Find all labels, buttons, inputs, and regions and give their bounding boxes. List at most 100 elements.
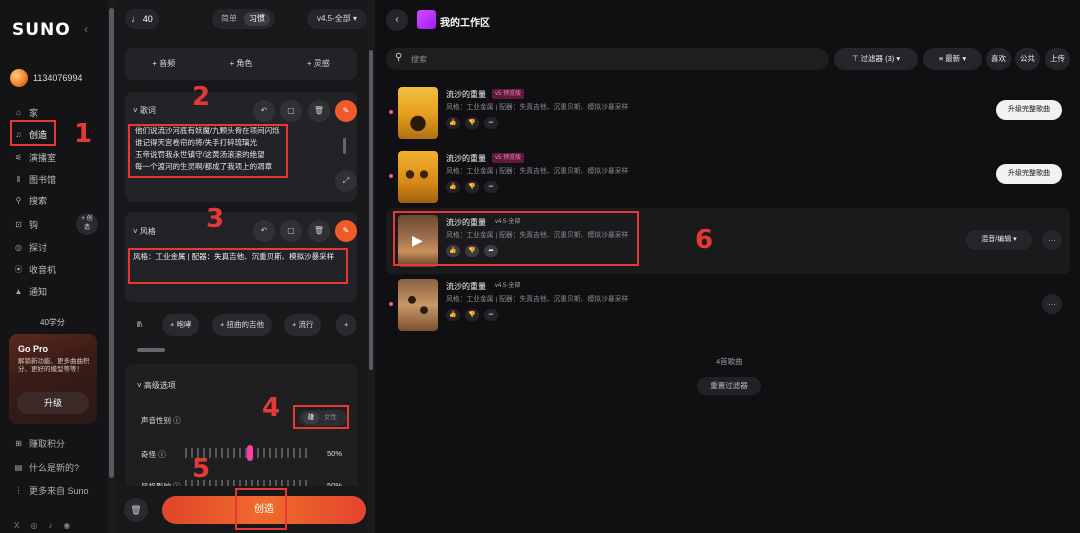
lyrics-scroll-thumb[interactable] <box>343 138 346 154</box>
share-icon[interactable]: ➦ <box>484 117 498 129</box>
bell-icon: ▲ <box>14 287 23 296</box>
thumbs-up-icon[interactable]: 👍 <box>446 309 460 321</box>
reset-filter-button[interactable]: 重置过滤器 <box>697 377 761 395</box>
nav-search[interactable]: ⚲ 搜索 <box>14 194 47 207</box>
nav-hooks[interactable]: ⊡ 钩 <box>14 218 38 231</box>
add-audio-button[interactable]: + 音频 <box>125 48 202 80</box>
expand-icon[interactable]: ⤢ <box>335 170 357 192</box>
chip-more[interactable]: + <box>336 314 357 336</box>
copy-icon[interactable]: ▢ <box>280 100 302 122</box>
collapse-sidebar-icon[interactable]: ‹ <box>84 22 88 36</box>
workspace-search[interactable]: ⚲ 搜索 <box>386 48 829 70</box>
copy-icon[interactable]: ▢ <box>280 220 302 242</box>
song-row[interactable]: 流沙的重量 v4.5-全部 风格：工业金属 | 配器：失真吉他、沉重贝斯、模拟沙… <box>386 272 1070 338</box>
liked-filter-button[interactable]: 喜欢 <box>986 48 1011 70</box>
annotation-box-lyrics <box>128 124 288 178</box>
upload-button[interactable]: 上传 <box>1045 48 1070 70</box>
add-persona-button[interactable]: + 角色 <box>202 48 279 80</box>
upgrade-full-song-button[interactable]: 升级完整歌曲 <box>996 100 1062 120</box>
add-inspiration-button[interactable]: + 灵感 <box>280 48 357 80</box>
annotation-number: 6 <box>695 225 714 255</box>
clear-trash-icon[interactable]: 🗑 <box>124 498 148 522</box>
news-icon: ▤ <box>14 463 23 472</box>
create-hook-button[interactable]: + 创 造 <box>76 213 98 235</box>
advanced-options-title[interactable]: ˅ 高级选项 <box>137 380 176 391</box>
song-style: 风格：工业金属 | 配器：失真吉他、沉重贝斯、模拟沙暴采样 <box>446 168 629 175</box>
chip-roar[interactable]: + 咆哮 <box>162 314 200 336</box>
nav-studio[interactable]: ⚟ 演播室 <box>14 151 56 164</box>
sort-select[interactable]: ≡ 最新 ▾ <box>923 48 982 70</box>
sidebar-scrollbar[interactable] <box>108 0 115 533</box>
lyrics-title[interactable]: ˅ 歌词 <box>133 105 156 116</box>
mode-simple-tab[interactable]: 简单 <box>216 12 242 26</box>
tiktok-icon[interactable]: ♪ <box>48 521 52 530</box>
model-version-select[interactable]: v4.5-全部 ▾ <box>307 9 367 29</box>
nav-library[interactable]: ⦀ 图书馆 <box>14 173 56 186</box>
thumbs-up-icon[interactable]: 👍 <box>446 117 460 129</box>
song-title[interactable]: 流沙的重量 <box>446 89 486 100</box>
filter-button[interactable]: ⊤ 过滤器 (3) ▾ <box>834 48 918 70</box>
mode-custom-tab[interactable]: 习惯 <box>244 12 270 26</box>
chips-scroll-thumb[interactable] <box>137 348 165 352</box>
trash-icon[interactable]: 🗑 <box>308 220 330 242</box>
song-title[interactable]: 流沙的重量 <box>446 153 486 164</box>
username[interactable]: 1134076994 <box>33 73 82 83</box>
chips-scrollbar[interactable] <box>127 348 355 352</box>
workspace-title[interactable]: 我的工作区 <box>440 14 490 29</box>
nav-notifications[interactable]: ▲ 通知 <box>14 285 47 298</box>
credit-counter: ♩ 40 <box>125 9 159 29</box>
song-title[interactable]: 流沙的重量 <box>446 281 486 292</box>
thumbs-up-icon[interactable]: 👍 <box>446 181 460 193</box>
more-options-icon[interactable]: … <box>1042 230 1062 250</box>
search-input[interactable]: 搜索 <box>411 54 427 65</box>
sidebar-scroll-thumb[interactable] <box>109 8 114 478</box>
chip-shuffle[interactable]: ⦀\ <box>129 314 150 336</box>
thumbs-down-icon[interactable]: 👎 <box>465 117 479 129</box>
magic-wand-icon[interactable]: ✎ <box>335 100 357 122</box>
thumbs-down-icon[interactable]: 👎 <box>465 309 479 321</box>
social-links: X ◎ ♪ ◉ <box>14 521 70 530</box>
nav-explore[interactable]: ◎ 探讨 <box>14 241 47 254</box>
weirdness-label: 奇怪 ⓘ <box>141 450 166 459</box>
chip-pop[interactable]: + 流行 <box>284 314 322 336</box>
thumbs-down-icon[interactable]: 👎 <box>465 181 479 193</box>
instagram-icon[interactable]: ◎ <box>30 521 37 530</box>
song-cover[interactable] <box>398 87 438 139</box>
create-panel-scrollbar[interactable] <box>367 0 375 533</box>
magic-wand-icon[interactable]: ✎ <box>335 220 357 242</box>
unread-dot <box>389 110 393 114</box>
public-filter-button[interactable]: 公共 <box>1015 48 1040 70</box>
trash-icon[interactable]: 🗑 <box>308 100 330 122</box>
undo-icon[interactable]: ↶ <box>253 220 275 242</box>
weirdness-slider-knob[interactable] <box>247 445 253 461</box>
mode-toggle[interactable]: 简单 习惯 <box>212 9 275 29</box>
chip-distorted-guitar[interactable]: + 扭曲的吉他 <box>212 314 272 336</box>
unread-dot <box>389 174 393 178</box>
discord-icon[interactable]: ◉ <box>63 521 70 530</box>
create-panel-scroll-thumb[interactable] <box>369 50 373 370</box>
suno-logo[interactable]: SUNO <box>12 20 71 40</box>
undo-icon[interactable]: ↶ <box>253 100 275 122</box>
song-row[interactable]: 流沙的重量 v5 预览版 风格：工业金属 | 配器：失真吉他、沉重贝斯、模拟沙暴… <box>386 144 1070 210</box>
whats-new-link[interactable]: ▤ 什么是新的? <box>14 461 79 474</box>
avatar[interactable] <box>10 69 28 87</box>
nav-radio[interactable]: ⦿ 收音机 <box>14 263 57 276</box>
annotation-number: 3 <box>206 204 225 234</box>
earn-credits-link[interactable]: ⊞ 赚取积分 <box>14 437 65 450</box>
share-icon[interactable]: ➦ <box>484 309 498 321</box>
song-cover[interactable] <box>398 279 438 331</box>
share-icon[interactable]: ➦ <box>484 181 498 193</box>
song-cover[interactable] <box>398 151 438 203</box>
annotation-box-gender <box>293 405 349 429</box>
more-options-icon[interactable]: … <box>1042 294 1062 314</box>
nav-home[interactable]: ⌂ 家 <box>14 106 38 119</box>
more-from-suno-link[interactable]: ⋮ 更多来自 Suno <box>14 484 89 497</box>
style-title[interactable]: ˅ 风格 <box>133 226 156 237</box>
remix-edit-button[interactable]: 混音/编辑 ▾ <box>966 230 1032 250</box>
upgrade-full-song-button[interactable]: 升级完整歌曲 <box>996 164 1062 184</box>
upgrade-button[interactable]: 升级 <box>17 392 89 414</box>
x-icon[interactable]: X <box>14 521 19 530</box>
version-badge: v4.5-全部 <box>495 283 521 289</box>
back-icon[interactable]: ‹ <box>386 9 408 31</box>
song-row[interactable]: 流沙的重量 v5 预览版 风格：工业金属 | 配器：失真吉他、沉重贝斯、模拟沙暴… <box>386 80 1070 146</box>
